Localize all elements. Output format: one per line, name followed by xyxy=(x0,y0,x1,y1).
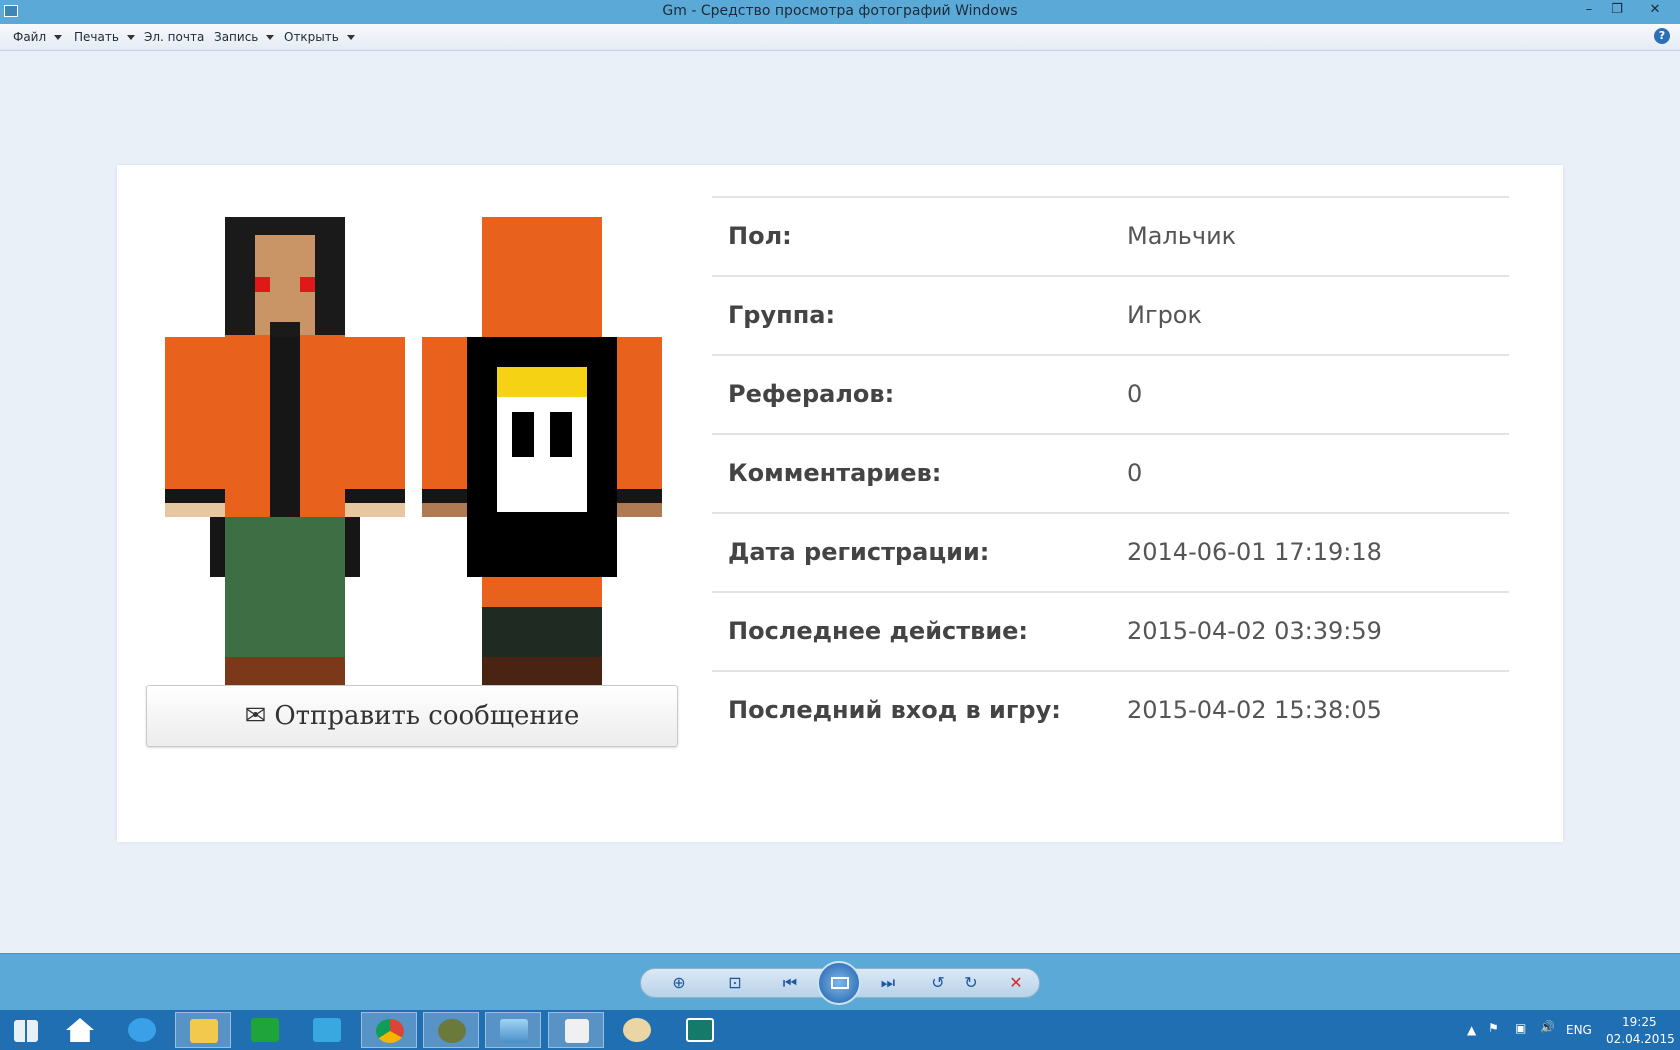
fit-icon[interactable]: ⊡ xyxy=(724,973,746,993)
taskbar: ▲ ⚑ ▣ 🔊 ENG 19:25 02.04.2015 xyxy=(0,1010,1680,1050)
paint-icon[interactable] xyxy=(609,1012,665,1048)
info-value: Игрок xyxy=(1127,301,1202,329)
delete-icon[interactable]: ✕ xyxy=(1005,973,1027,993)
profile-card: ✉ Отправить сообщение Пол: Мальчик Группа… xyxy=(117,165,1563,842)
internet-explorer-icon[interactable] xyxy=(114,1012,170,1048)
next-icon[interactable]: ⏭ xyxy=(877,973,899,993)
info-row-last-action: Последнее действие: 2015-04-02 03:39:59 xyxy=(712,593,1509,672)
title-bar: Gm - Средство просмотра фотографий Windo… xyxy=(0,0,1680,24)
info-label: Группа: xyxy=(728,301,836,329)
eye-right xyxy=(300,277,315,292)
mail-icon[interactable] xyxy=(299,1012,355,1048)
menu-open-label: Открыть xyxy=(284,30,339,44)
profile-info-table: Пол: Мальчик Группа: Игрок Рефералов: 0 … xyxy=(712,196,1509,751)
clock-date[interactable]: 02.04.2015 xyxy=(1606,1032,1675,1046)
menu-email[interactable]: Эл. почта xyxy=(144,30,204,44)
slideshow-icon[interactable] xyxy=(817,961,861,1005)
menu-burn[interactable]: Запись xyxy=(214,30,275,44)
eye-left xyxy=(255,277,270,292)
info-value: 2014-06-01 17:19:18 xyxy=(1127,538,1382,566)
info-label: Пол: xyxy=(728,222,792,250)
start-icon[interactable] xyxy=(0,1012,56,1048)
document-icon[interactable] xyxy=(548,1012,604,1048)
home-icon[interactable] xyxy=(52,1012,108,1048)
close-button[interactable]: ✕ xyxy=(1646,2,1664,17)
action-center-icon[interactable]: ⚑ xyxy=(1488,1021,1499,1035)
chevron-down-icon xyxy=(346,35,355,40)
help-icon[interactable]: ? xyxy=(1654,28,1670,44)
minecraft-skin-preview xyxy=(165,217,662,685)
menu-open[interactable]: Открыть xyxy=(284,30,355,44)
clock-time[interactable]: 19:25 xyxy=(1622,1015,1657,1029)
info-row-comments: Комментариев: 0 xyxy=(712,435,1509,514)
info-row-gender: Пол: Мальчик xyxy=(712,198,1509,277)
chevron-down-icon xyxy=(54,35,63,40)
minimize-button[interactable]: – xyxy=(1580,2,1598,17)
volume-icon[interactable]: 🔊 xyxy=(1540,1020,1555,1034)
info-value: 0 xyxy=(1127,459,1143,487)
info-row-registration-date: Дата регистрации: 2014-06-01 17:19:18 xyxy=(712,514,1509,593)
info-value: 0 xyxy=(1127,380,1143,408)
info-row-referrals: Рефералов: 0 xyxy=(712,356,1509,435)
menu-burn-label: Запись xyxy=(214,30,259,44)
info-label: Комментариев: xyxy=(728,459,942,487)
chrome-icon[interactable] xyxy=(361,1012,417,1048)
envelope-icon: ✉ xyxy=(244,701,267,731)
viewer-toolbar: ⊕ ⊡ ⏮ ⏭ ↺ ↻ ✕ xyxy=(0,953,1680,1010)
info-value: Мальчик xyxy=(1127,222,1237,250)
menu-file-label: Файл xyxy=(13,30,47,44)
info-row-group: Группа: Игрок xyxy=(712,277,1509,356)
photo-viewer-icon[interactable] xyxy=(485,1012,541,1048)
crown xyxy=(497,367,587,397)
network-icon[interactable]: ▣ xyxy=(1515,1021,1526,1035)
show-hidden-icons-icon[interactable]: ▲ xyxy=(1467,1023,1476,1037)
menu-file[interactable]: Файл xyxy=(13,30,63,44)
info-label: Последний вход в игру: xyxy=(728,696,1061,724)
menu-print-label: Печать xyxy=(74,30,119,44)
send-message-label: Отправить сообщение xyxy=(274,701,580,731)
send-message-button[interactable]: ✉ Отправить сообщение xyxy=(146,685,678,747)
info-value: 2015-04-02 03:39:59 xyxy=(1127,617,1382,645)
info-label: Последнее действие: xyxy=(728,617,1029,645)
rotate-left-icon[interactable]: ↺ xyxy=(927,973,949,993)
image-icon[interactable] xyxy=(672,1012,728,1048)
menu-bar: Файл Печать Эл. почта Запись Открыть ? xyxy=(0,24,1680,51)
chevron-down-icon xyxy=(266,35,275,40)
previous-icon[interactable]: ⏮ xyxy=(779,973,801,993)
zoom-icon[interactable]: ⊕ xyxy=(668,973,690,993)
info-value: 2015-04-02 15:38:05 xyxy=(1127,696,1382,724)
store-icon[interactable] xyxy=(237,1012,293,1048)
menu-print[interactable]: Печать xyxy=(74,30,135,44)
info-row-last-login: Последний вход в игру: 2015-04-02 15:38:… xyxy=(712,672,1509,751)
chevron-down-icon xyxy=(126,35,135,40)
language-indicator[interactable]: ENG xyxy=(1566,1023,1592,1037)
window-title: Gm - Средство просмотра фотографий Windo… xyxy=(662,3,1018,19)
skull xyxy=(497,397,587,512)
menu-email-label: Эл. почта xyxy=(144,30,205,44)
info-label: Рефералов: xyxy=(728,380,895,408)
info-label: Дата регистрации: xyxy=(728,538,990,566)
gm-app-icon[interactable] xyxy=(423,1012,479,1048)
restore-button[interactable]: ❐ xyxy=(1608,2,1626,17)
file-explorer-icon[interactable] xyxy=(175,1012,231,1048)
rotate-right-icon[interactable]: ↻ xyxy=(960,973,982,993)
